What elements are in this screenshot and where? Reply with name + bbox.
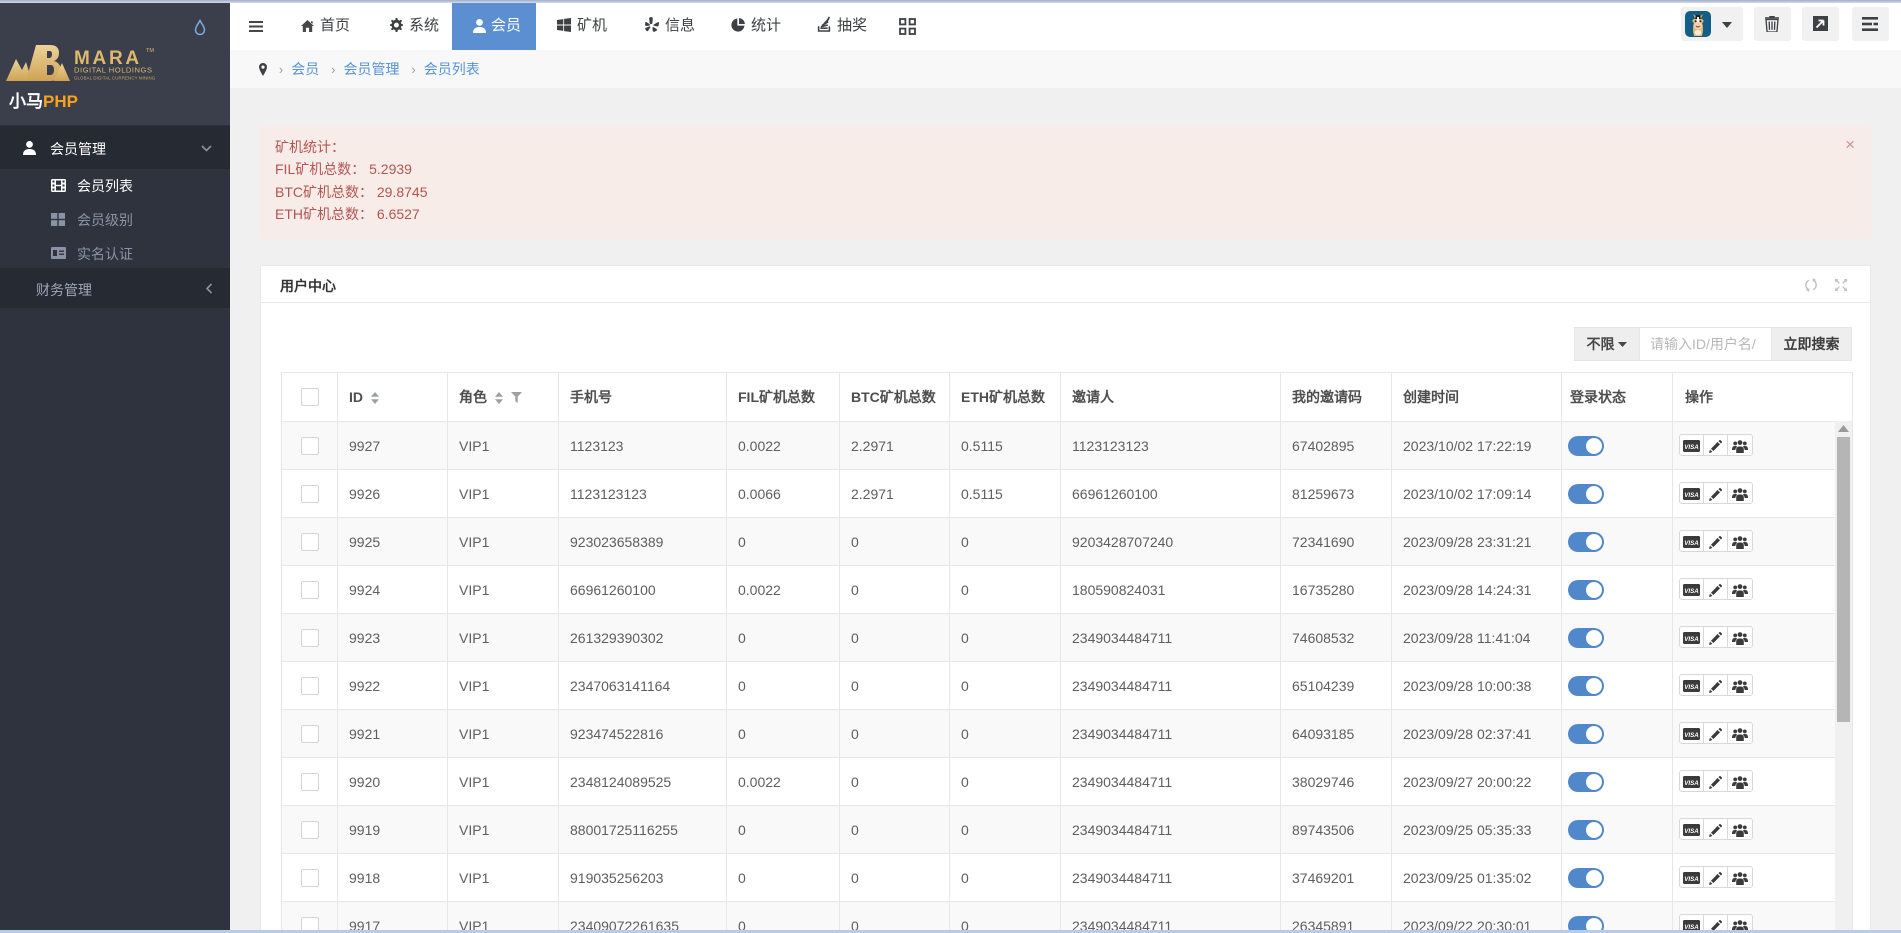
svg-text:TM: TM — [146, 48, 154, 54]
svg-text:VISA: VISA — [1684, 876, 1699, 883]
svg-text:VISA: VISA — [1684, 732, 1699, 739]
svg-text:VISA: VISA — [1684, 540, 1699, 547]
svg-text:VISA: VISA — [1684, 780, 1699, 787]
svg-text:VISA: VISA — [1684, 684, 1699, 691]
svg-text:VISA: VISA — [1684, 828, 1699, 835]
svg-text:VISA: VISA — [1684, 444, 1699, 451]
svg-text:VISA: VISA — [1684, 588, 1699, 595]
svg-text:VISA: VISA — [1684, 636, 1699, 643]
svg-text:DIGITAL HOLDINGS: DIGITAL HOLDINGS — [74, 66, 152, 75]
svg-text:GLOBAL DIGITAL CURRENCY MINING: GLOBAL DIGITAL CURRENCY MINING — [74, 76, 156, 81]
svg-text:VISA: VISA — [1684, 492, 1699, 499]
